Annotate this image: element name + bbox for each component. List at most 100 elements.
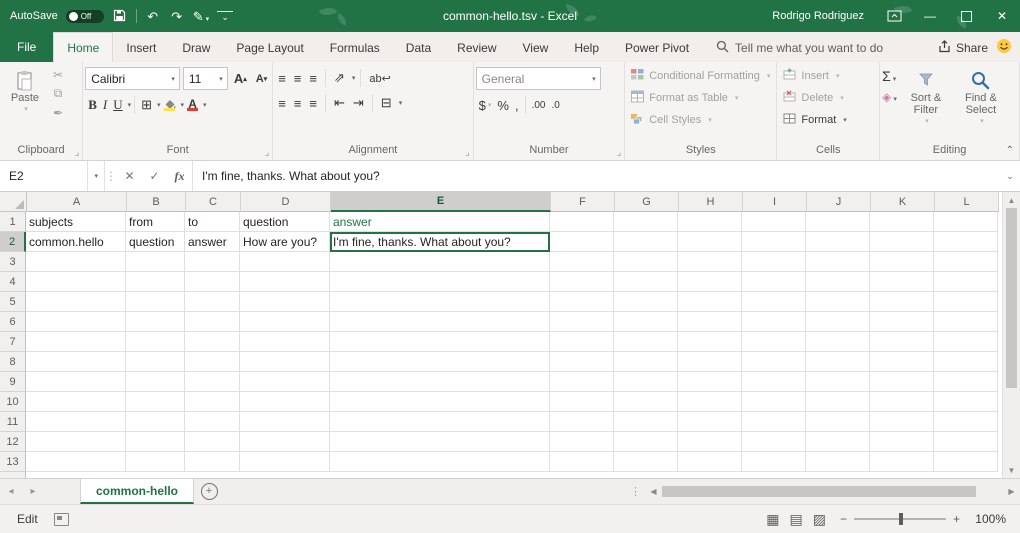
align-bottom-icon[interactable]: ≡ bbox=[306, 67, 320, 89]
tab-page-layout[interactable]: Page Layout bbox=[223, 33, 316, 62]
cell-L11[interactable] bbox=[934, 412, 998, 432]
cell-F2[interactable] bbox=[550, 232, 614, 252]
feedback-smiley-icon[interactable] bbox=[996, 38, 1012, 57]
name-box-dropdown-icon[interactable]: ▾ bbox=[87, 161, 104, 191]
vertical-scrollbar[interactable]: ▲ ▼ bbox=[1002, 192, 1020, 478]
column-header-L[interactable]: L bbox=[935, 192, 999, 212]
column-header-A[interactable]: A bbox=[27, 192, 127, 212]
collapse-ribbon-icon[interactable]: ⌃ bbox=[1006, 145, 1014, 156]
cell-B4[interactable] bbox=[126, 272, 185, 292]
cell-J9[interactable] bbox=[806, 372, 870, 392]
cell-E6[interactable] bbox=[330, 312, 550, 332]
align-left-icon[interactable]: ≡ bbox=[275, 92, 289, 114]
formula-bar-resize-handle[interactable]: ⋮ bbox=[104, 161, 117, 191]
cell-B11[interactable] bbox=[126, 412, 185, 432]
pen-icon[interactable]: ✎▾ bbox=[193, 10, 209, 23]
cell-G13[interactable] bbox=[614, 452, 678, 472]
cell-E10[interactable] bbox=[330, 392, 550, 412]
cell-H5[interactable] bbox=[678, 292, 742, 312]
cell-A5[interactable] bbox=[26, 292, 126, 312]
cell-K2[interactable] bbox=[870, 232, 934, 252]
row-header-11[interactable]: 11 bbox=[0, 412, 26, 432]
column-header-F[interactable]: F bbox=[551, 192, 615, 212]
scroll-up-icon[interactable]: ▲ bbox=[1003, 192, 1020, 208]
new-sheet-button[interactable]: + bbox=[194, 479, 224, 504]
minimize-button[interactable]: — bbox=[912, 0, 948, 32]
cell-G9[interactable] bbox=[614, 372, 678, 392]
cell-E3[interactable] bbox=[330, 252, 550, 272]
cell-H9[interactable] bbox=[678, 372, 742, 392]
tab-data[interactable]: Data bbox=[393, 33, 444, 62]
cell-H6[interactable] bbox=[678, 312, 742, 332]
cell-L12[interactable] bbox=[934, 432, 998, 452]
share-button[interactable]: Share bbox=[938, 40, 988, 56]
decrease-indent-icon[interactable]: ⇤ bbox=[331, 92, 348, 114]
cell-F9[interactable] bbox=[550, 372, 614, 392]
zoom-slider-thumb[interactable] bbox=[899, 513, 903, 525]
cell-A11[interactable] bbox=[26, 412, 126, 432]
cell-L9[interactable] bbox=[934, 372, 998, 392]
cell-A4[interactable] bbox=[26, 272, 126, 292]
scroll-left-icon[interactable]: ◀ bbox=[645, 479, 662, 504]
cell-B10[interactable] bbox=[126, 392, 185, 412]
sheet-tab-active[interactable]: common-hello bbox=[80, 479, 194, 504]
sort-filter-button[interactable]: Sort & Filter ▾ bbox=[899, 65, 953, 128]
cell-B7[interactable] bbox=[126, 332, 185, 352]
paste-button[interactable]: Paste ▾ bbox=[2, 65, 48, 116]
column-header-D[interactable]: D bbox=[241, 192, 331, 212]
scroll-down-icon[interactable]: ▼ bbox=[1003, 462, 1020, 478]
cell-A1[interactable]: subjects bbox=[26, 212, 126, 232]
cell-A13[interactable] bbox=[26, 452, 126, 472]
cell-D8[interactable] bbox=[240, 352, 330, 372]
cell-styles-button[interactable]: Cell Styles ▾ bbox=[627, 109, 774, 131]
confirm-entry-icon[interactable]: ✓ bbox=[142, 161, 167, 191]
cell-L5[interactable] bbox=[934, 292, 998, 312]
cell-E9[interactable] bbox=[330, 372, 550, 392]
clear-button[interactable]: ◈▾ bbox=[882, 90, 897, 104]
column-header-I[interactable]: I bbox=[743, 192, 807, 212]
cell-B2[interactable]: question bbox=[126, 232, 185, 252]
tab-help[interactable]: Help bbox=[561, 33, 612, 62]
cell-A9[interactable] bbox=[26, 372, 126, 392]
cell-K7[interactable] bbox=[870, 332, 934, 352]
cell-D4[interactable] bbox=[240, 272, 330, 292]
next-sheet-icon[interactable]: ▸ bbox=[22, 479, 44, 504]
cell-F6[interactable] bbox=[550, 312, 614, 332]
decrease-decimal-icon[interactable]: .0 bbox=[548, 94, 562, 116]
cell-C10[interactable] bbox=[185, 392, 240, 412]
cell-F5[interactable] bbox=[550, 292, 614, 312]
cell-J12[interactable] bbox=[806, 432, 870, 452]
cell-G1[interactable] bbox=[614, 212, 678, 232]
cell-G6[interactable] bbox=[614, 312, 678, 332]
cell-H8[interactable] bbox=[678, 352, 742, 372]
currency-format-button[interactable]: $▾ bbox=[476, 94, 495, 116]
previous-sheet-icon[interactable]: ◂ bbox=[0, 479, 22, 504]
cell-A2[interactable]: common.hello bbox=[26, 232, 126, 252]
column-header-B[interactable]: B bbox=[127, 192, 186, 212]
cell-E7[interactable] bbox=[330, 332, 550, 352]
row-header-8[interactable]: 8 bbox=[0, 352, 26, 372]
cell-F4[interactable] bbox=[550, 272, 614, 292]
cell-B8[interactable] bbox=[126, 352, 185, 372]
cell-I10[interactable] bbox=[742, 392, 806, 412]
cell-D2[interactable]: How are you? bbox=[240, 232, 330, 252]
italic-button[interactable]: I bbox=[100, 94, 110, 116]
number-dialog-launcher-icon[interactable]: ⌟ bbox=[617, 148, 621, 157]
cell-I6[interactable] bbox=[742, 312, 806, 332]
zoom-slider[interactable] bbox=[854, 518, 946, 520]
cell-J8[interactable] bbox=[806, 352, 870, 372]
underline-dropdown-icon[interactable]: ▾ bbox=[128, 101, 132, 109]
cell-L4[interactable] bbox=[934, 272, 998, 292]
copy-icon[interactable]: ⧉ bbox=[48, 84, 68, 103]
cell-A7[interactable] bbox=[26, 332, 126, 352]
cell-L8[interactable] bbox=[934, 352, 998, 372]
cell-G12[interactable] bbox=[614, 432, 678, 452]
cell-H11[interactable] bbox=[678, 412, 742, 432]
cell-C13[interactable] bbox=[185, 452, 240, 472]
cell-D1[interactable]: question bbox=[240, 212, 330, 232]
cell-G7[interactable] bbox=[614, 332, 678, 352]
row-header-2[interactable]: 2 bbox=[0, 232, 26, 252]
cell-G11[interactable] bbox=[614, 412, 678, 432]
cell-E11[interactable] bbox=[330, 412, 550, 432]
scroll-right-icon[interactable]: ▶ bbox=[1003, 479, 1020, 504]
